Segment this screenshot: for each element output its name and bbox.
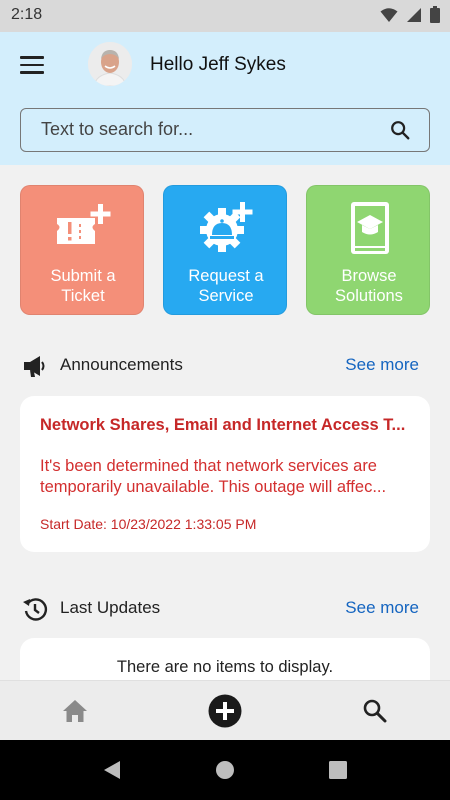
announcement-card[interactable]: Network Shares, Email and Internet Acces… — [20, 396, 430, 552]
app-header: Hello Jeff Sykes — [0, 32, 450, 165]
submit-ticket-label: Submit a Ticket — [50, 267, 116, 305]
search-box[interactable] — [20, 108, 430, 152]
greeting-text: Hello Jeff Sykes — [150, 54, 286, 75]
home-icon[interactable] — [61, 697, 89, 725]
search-icon[interactable] — [389, 119, 411, 141]
megaphone-icon — [24, 356, 45, 377]
book-cap-icon — [351, 202, 389, 254]
last-updates-header: Last Updates See more — [0, 593, 450, 623]
hamburger-menu-icon[interactable] — [20, 52, 50, 78]
history-icon — [23, 598, 48, 621]
add-circle-icon[interactable] — [208, 694, 242, 728]
ticket-add-icon — [57, 204, 111, 244]
quick-action-tiles: Submit a Ticket Request a Service Browse… — [20, 185, 430, 315]
announcements-title: Announcements — [60, 355, 183, 374]
battery-icon — [430, 6, 440, 23]
avatar[interactable] — [88, 42, 132, 86]
last-updates-see-more-link[interactable]: See more — [345, 598, 419, 618]
search-nav-icon[interactable] — [361, 697, 389, 725]
last-updates-title: Last Updates — [60, 598, 161, 617]
announcements-header: Announcements See more — [0, 350, 450, 380]
cellular-signal-icon — [407, 7, 421, 22]
request-service-button[interactable]: Request a Service — [163, 185, 287, 315]
announcements-see-more-link[interactable]: See more — [345, 355, 419, 375]
wifi-icon — [380, 7, 398, 22]
home-circle-icon[interactable] — [215, 760, 235, 780]
empty-state-message: There are no items to display. — [116, 658, 334, 676]
announcement-title: Network Shares, Email and Internet Acces… — [40, 416, 406, 434]
system-nav-bar — [0, 740, 450, 800]
recents-icon[interactable] — [328, 760, 348, 780]
submit-ticket-button[interactable]: Submit a Ticket — [20, 185, 144, 315]
request-service-label: Request a Service — [188, 267, 264, 305]
back-icon[interactable] — [102, 760, 122, 780]
search-input[interactable] — [41, 109, 361, 150]
browse-solutions-button[interactable]: Browse Solutions — [306, 185, 430, 315]
service-gear-add-icon — [200, 202, 253, 252]
announcement-body: It's been determined that network servic… — [40, 457, 387, 496]
status-icons — [380, 6, 440, 23]
status-bar: 2:18 — [0, 0, 450, 32]
announcement-start-date: Start Date: 10/23/2022 1:33:05 PM — [40, 516, 257, 532]
bottom-nav — [0, 680, 450, 740]
browse-solutions-label: Browse Solutions — [335, 267, 403, 305]
status-time: 2:18 — [11, 6, 43, 23]
